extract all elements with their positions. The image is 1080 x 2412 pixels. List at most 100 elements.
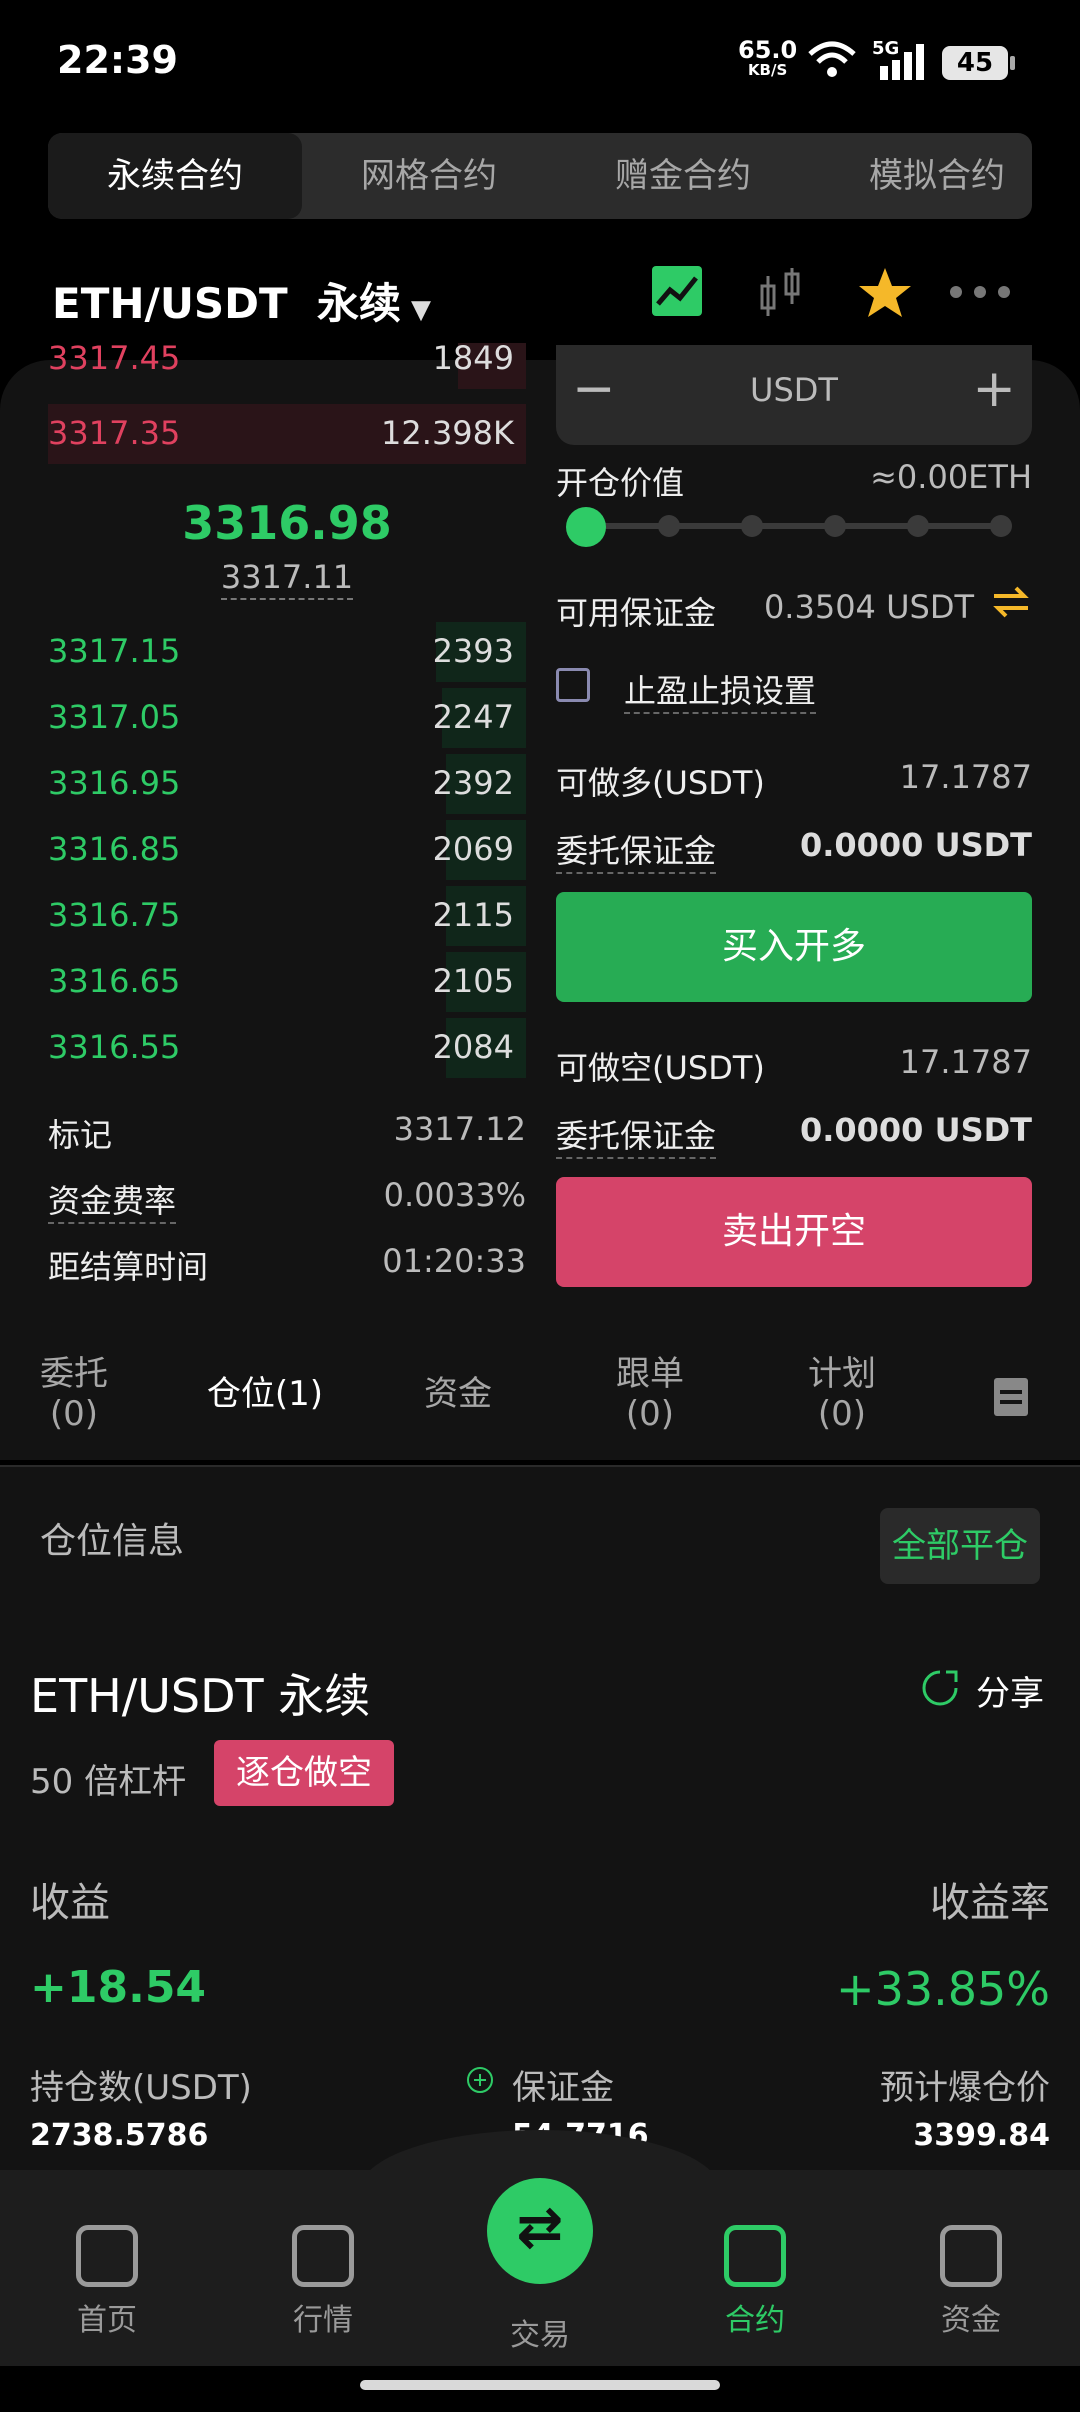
- add-margin-icon[interactable]: [466, 2066, 494, 2094]
- tab-positions[interactable]: 仓位(1): [190, 1374, 340, 1414]
- long-label: 可做多(USDT): [556, 764, 765, 802]
- ask-row[interactable]: 3317.45 1849: [48, 343, 526, 389]
- bid-qty: 2084: [432, 1028, 514, 1066]
- star-icon[interactable]: [858, 266, 912, 320]
- ask-qty: 12.398K: [381, 414, 514, 452]
- network-speed: 65.0 KB/S: [738, 36, 798, 79]
- liq-value: 3399.84: [913, 2118, 1050, 2153]
- buy-long-button[interactable]: 买入开多: [556, 892, 1032, 1002]
- pair-selector[interactable]: ETH/USDT 永续 ▼: [52, 270, 431, 331]
- tab-demo[interactable]: 模拟合约: [810, 133, 1032, 219]
- tab-plan[interactable]: 计划 (0): [782, 1354, 902, 1434]
- short-margin-value: 0.0000 USDT: [799, 1111, 1032, 1149]
- ask-qty: 1849: [432, 343, 514, 377]
- signal-icon: [880, 44, 924, 80]
- home-indicator[interactable]: [360, 2380, 720, 2390]
- bid-qty: 2393: [432, 632, 514, 670]
- bid-row[interactable]: 3317.05 2247: [48, 688, 526, 748]
- close-all-button[interactable]: 全部平仓: [880, 1508, 1040, 1584]
- bid-price: 3317.15: [48, 632, 181, 670]
- bid-qty: 2247: [432, 698, 514, 736]
- tab-copy-trade[interactable]: 跟单 (0): [590, 1354, 710, 1434]
- chart-icon[interactable]: [650, 264, 704, 318]
- home-icon: [76, 2225, 138, 2287]
- long-value: 17.1787: [899, 758, 1032, 796]
- wifi-icon: [808, 41, 856, 77]
- nav-futures[interactable]: 合约: [680, 2225, 830, 2339]
- open-value: ≈0.00ETH: [870, 458, 1032, 496]
- pair-name: ETH/USDT: [52, 279, 288, 328]
- transfer-icon[interactable]: [990, 582, 1032, 622]
- sell-short-button[interactable]: 卖出开空: [556, 1177, 1032, 1287]
- long-margin-label: 委托保证金: [556, 826, 717, 874]
- tab-bonus[interactable]: 赠金合约: [556, 133, 810, 219]
- nav-trade[interactable]: 交易: [465, 2310, 615, 2354]
- clock: 22:39: [57, 38, 178, 82]
- plus-button[interactable]: +: [972, 359, 1016, 419]
- contract-type-tabs: 永续合约 网格合约 赠金合约 模拟合约: [48, 133, 1032, 219]
- position-section-title: 仓位信息: [40, 1521, 185, 1562]
- bid-qty: 2069: [432, 830, 514, 868]
- leverage-slider[interactable]: [566, 505, 1022, 547]
- position-pair: ETH/USDT 永续: [30, 1669, 371, 1723]
- roe-value: +33.85%: [836, 1962, 1050, 2016]
- nav-home[interactable]: 首页: [32, 2225, 182, 2339]
- status-bar: 22:39 65.0 KB/S 5G 45: [0, 0, 1080, 125]
- bid-price: 3316.65: [48, 962, 181, 1000]
- bid-row[interactable]: 3316.55 2084: [48, 1018, 526, 1078]
- bid-price: 3317.05: [48, 698, 181, 736]
- liq-label: 预计爆仓价: [880, 2068, 1050, 2108]
- size-label: 持仓数(USDT): [30, 2068, 252, 2108]
- funding-rate-row[interactable]: 资金费率 0.0033%: [48, 1176, 526, 1236]
- margin-label: 保证金: [512, 2068, 614, 2108]
- mark-price-row: 标记 3317.12: [48, 1110, 526, 1170]
- more-icon[interactable]: [948, 282, 1012, 302]
- bid-price: 3316.85: [48, 830, 181, 868]
- avail-margin-label: 可用保证金: [556, 594, 717, 632]
- list-icon[interactable]: [992, 1376, 1030, 1418]
- bid-row[interactable]: 3316.95 2392: [48, 754, 526, 814]
- short-value: 17.1787: [899, 1043, 1032, 1081]
- tab-orders[interactable]: 委托 (0): [24, 1354, 124, 1434]
- index-price: 3317.11: [48, 558, 526, 600]
- bid-row[interactable]: 3316.85 2069: [48, 820, 526, 880]
- tpsl-label: 止盈止损设置: [624, 666, 817, 714]
- candlestick-icon[interactable]: [756, 266, 806, 320]
- amount-unit: USDT: [750, 371, 838, 409]
- bid-qty: 2115: [432, 896, 514, 934]
- bid-row[interactable]: 3316.75 2115: [48, 886, 526, 946]
- orders-tabs: 委托 (0) 仓位(1) 资金 跟单 (0) 计划 (0): [0, 1330, 1080, 1470]
- slider-handle[interactable]: [566, 507, 606, 547]
- bid-row[interactable]: 3316.65 2105: [48, 952, 526, 1012]
- ask-row[interactable]: 3317.35 12.398K: [48, 404, 526, 464]
- share-icon[interactable]: [920, 1668, 960, 1708]
- tab-funds[interactable]: 资金: [398, 1374, 518, 1414]
- amount-input[interactable]: − USDT +: [556, 345, 1032, 445]
- pair-type: 永续: [316, 279, 401, 328]
- ask-price: 3317.45: [48, 343, 181, 377]
- funding-label: 资金费率: [48, 1176, 177, 1224]
- settle-label: 距结算时间: [48, 1248, 209, 1286]
- bid-row[interactable]: 3317.15 2393: [48, 622, 526, 682]
- ask-price: 3317.35: [48, 414, 181, 452]
- nav-markets[interactable]: 行情: [248, 2225, 398, 2339]
- tpsl-checkbox[interactable]: [556, 668, 590, 702]
- markets-icon: [292, 2225, 354, 2287]
- mark-value: 3317.12: [393, 1110, 526, 1148]
- funding-value: 0.0033%: [383, 1176, 526, 1214]
- long-margin-value: 0.0000 USDT: [799, 826, 1032, 864]
- settlement-row: 距结算时间 01:20:33: [48, 1242, 526, 1302]
- battery-icon: 45: [942, 46, 1015, 80]
- nav-assets[interactable]: 资金: [896, 2225, 1046, 2339]
- settle-value: 01:20:33: [382, 1242, 526, 1280]
- caret-down-icon: ▼: [410, 295, 431, 325]
- pnl-value: +18.54: [30, 1962, 207, 2013]
- position-mode-badge: 逐仓做空: [214, 1740, 394, 1806]
- trade-button[interactable]: ⇄: [487, 2178, 593, 2284]
- tab-grid[interactable]: 网格合约: [302, 133, 556, 219]
- tab-perpetual[interactable]: 永续合约: [48, 133, 302, 219]
- bid-qty: 2392: [432, 764, 514, 802]
- share-button[interactable]: 分享: [976, 1666, 1044, 1715]
- open-value-label: 开仓价值: [556, 464, 685, 502]
- futures-icon: [724, 2225, 786, 2287]
